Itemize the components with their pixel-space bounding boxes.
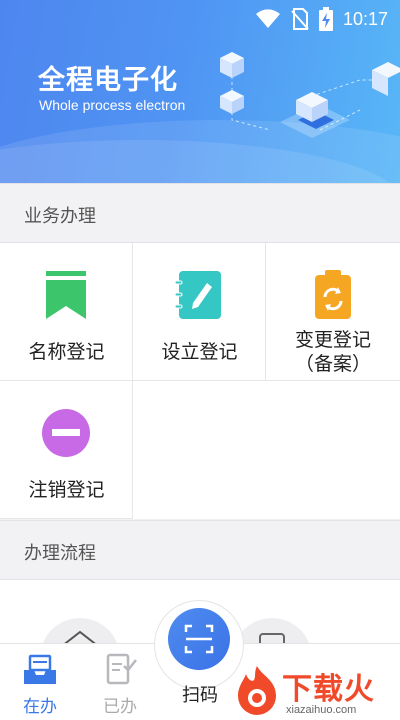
status-bar: 10:17 <box>255 6 388 32</box>
scan-button[interactable] <box>168 608 230 670</box>
banner-subtitle: Whole process electron <box>39 97 186 113</box>
nav-tab-in-progress-label: 在办 <box>23 697 57 717</box>
deregistration-button[interactable]: 注销登记 <box>0 381 133 519</box>
watermark-logo: 下载火 xiazaihuo.com <box>232 662 400 720</box>
scan-frame-icon <box>184 624 214 654</box>
change-registration-button[interactable]: 变更登记 （备案） <box>266 243 400 381</box>
business-section-header: 业务办理 <box>0 183 400 243</box>
process-section-header: 办理流程 <box>0 520 400 580</box>
scan-label: 扫码 <box>182 685 218 706</box>
status-time: 10:17 <box>342 8 388 29</box>
change-registration-sublabel: （备案） <box>294 353 371 375</box>
inbox-icon <box>24 654 56 684</box>
process-heading: 办理流程 <box>24 543 96 564</box>
deregistration-label: 注销登记 <box>28 479 105 501</box>
name-registration-label: 名称登记 <box>28 341 105 363</box>
header-banner: 10:17 全程电子化 Whole process electron <box>0 0 400 183</box>
change-registration-label: 变更登记 <box>294 329 371 351</box>
watermark-text: 下载火 <box>282 672 375 707</box>
establish-registration-label: 设立登记 <box>161 341 238 363</box>
nav-tab-done-label: 已办 <box>103 697 137 717</box>
banner-title: 全程电子化 <box>38 65 178 96</box>
nav-tab-done[interactable]: 已办 <box>80 644 160 720</box>
name-registration-button[interactable]: 名称登记 <box>0 243 133 381</box>
clipboard-refresh-icon <box>315 270 351 319</box>
bookmark-icon <box>46 271 86 319</box>
battery-charging-icon <box>318 7 333 31</box>
edit-notebook-icon <box>174 271 221 319</box>
nav-tab-in-progress[interactable]: 在办 <box>0 644 80 720</box>
minus-circle-icon <box>42 409 90 457</box>
business-grid: 名称登记 设立登记 变更登记 （备案） 注销登记 <box>0 243 400 519</box>
done-doc-icon <box>106 653 137 685</box>
flame-logo-icon <box>238 666 276 715</box>
no-sim-icon <box>291 8 309 30</box>
establish-registration-button[interactable]: 设立登记 <box>133 243 266 381</box>
watermark-domain: xiazaihuo.com <box>286 704 357 716</box>
wifi-icon <box>255 9 280 28</box>
business-heading: 业务办理 <box>24 206 96 227</box>
